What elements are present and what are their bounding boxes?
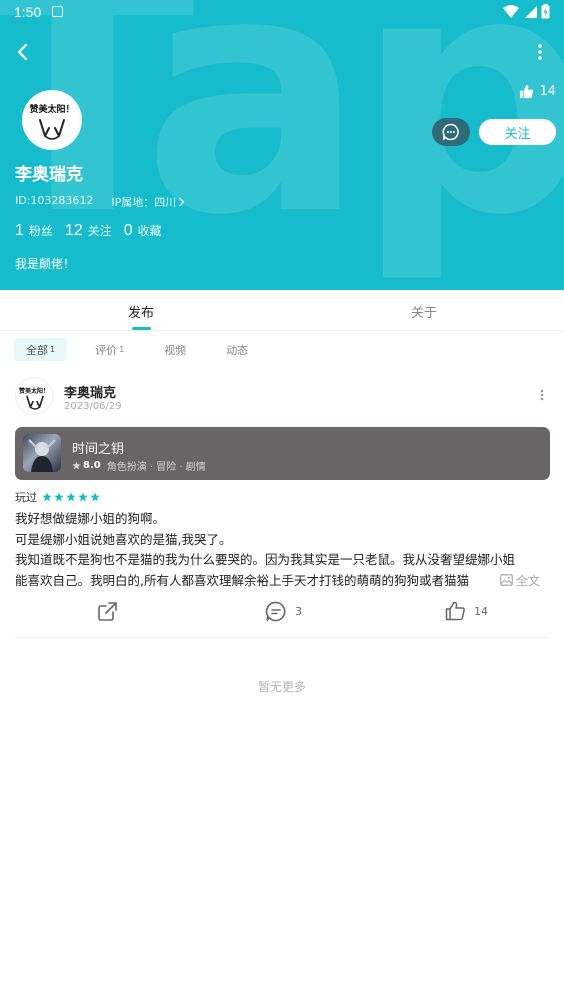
- signal-icon: [525, 5, 537, 18]
- played-rating: 玩过: [15, 489, 100, 505]
- ip-location-link[interactable]: IP属地：四川: [111, 194, 185, 210]
- stat-label: 粉丝: [28, 224, 53, 238]
- stat-number: 0: [123, 222, 133, 239]
- star-icon: [90, 492, 100, 502]
- image-icon: [500, 574, 513, 586]
- stat-label: 收藏: [137, 224, 162, 238]
- filter-label: 全部: [26, 343, 48, 357]
- chevron-left-icon: [17, 43, 28, 61]
- fulltext-label: 全文: [516, 573, 541, 588]
- share-icon: [98, 602, 117, 621]
- post-more-button[interactable]: [534, 388, 550, 408]
- share-button[interactable]: [97, 601, 118, 622]
- stat-label: 关注: [87, 224, 112, 238]
- follow-button[interactable]: 关注: [479, 119, 556, 145]
- no-more-text: 暂无更多: [257, 680, 306, 694]
- game-score: 8.0: [72, 460, 101, 471]
- thumbs-up-icon: [445, 601, 465, 621]
- avatar-caption: 赞美太阳！: [18, 388, 49, 395]
- game-card[interactable]: 时间之钥 8.0 角色扮演 · 冒险 · 剧情: [15, 427, 550, 480]
- star-icon: [42, 492, 52, 502]
- tab-indicator: [132, 327, 151, 330]
- game-score-value: 8.0: [83, 460, 101, 471]
- wifi-icon: [503, 4, 519, 18]
- stat-number: 1: [15, 222, 24, 239]
- comment-count: 3: [295, 605, 302, 618]
- game-tags: 角色扮演 · 冒险 · 剧情: [106, 462, 206, 473]
- praise-sun-hands-icon: [26, 395, 44, 410]
- profile-header: TapTap 1:50 赞美太阳！ 14 关注 李奥瑞克 ID:10328361…: [0, 0, 564, 290]
- profile-likes-count: 14: [539, 84, 556, 99]
- like-count: 14: [474, 604, 488, 618]
- stat-following[interactable]: 12 关注: [65, 222, 112, 240]
- chevron-right-icon: [179, 197, 185, 207]
- avatar[interactable]: 赞美太阳！: [22, 90, 82, 150]
- profile-stats: 1 粉丝 12 关注 0 收藏: [15, 222, 162, 240]
- star-icon: [72, 461, 81, 470]
- star-icon: [78, 492, 88, 502]
- thumbs-up-icon: [520, 84, 534, 99]
- message-button[interactable]: [432, 118, 470, 146]
- filter-count: 1: [50, 345, 56, 354]
- user-id: ID:103283612: [15, 194, 94, 207]
- filter-reviews[interactable]: 评价 1: [83, 338, 136, 361]
- avatar-caption: 赞美太阳！: [29, 105, 75, 115]
- post-line: 可是缇娜小姐说她喜欢的是猫,我哭了。: [15, 531, 232, 547]
- tab-about[interactable]: 关于: [411, 302, 437, 321]
- star-icon: [54, 492, 64, 502]
- post-line: 能喜欢自己。我明白的,所有人都喜欢理解余裕上手天才打钱的萌萌的狗狗或者猫猫: [15, 572, 469, 588]
- filter-label: 视频: [164, 343, 187, 357]
- post-author-avatar[interactable]: 赞美太阳！: [15, 377, 53, 415]
- filter-moments[interactable]: 动态: [214, 338, 260, 361]
- more-vertical-icon: [540, 389, 544, 401]
- game-title: 时间之钥: [72, 442, 125, 457]
- comment-icon: [265, 601, 286, 622]
- battery-icon: [541, 4, 550, 19]
- filter-all[interactable]: 全部 1: [14, 338, 68, 361]
- comment-button[interactable]: 3: [265, 601, 302, 622]
- game-art-icon: [28, 439, 56, 472]
- status-bar: 1:50: [0, 0, 564, 26]
- post-author-name[interactable]: 李奥瑞克: [64, 382, 116, 401]
- post-line: 我知道既不是狗也不是猫的我为什么要哭的。因为我其实是一只老鼠。我从没奢望缇娜小姐: [15, 552, 516, 567]
- filter-videos[interactable]: 视频: [152, 338, 198, 361]
- game-icon: [23, 434, 61, 472]
- status-icons: [503, 4, 550, 19]
- game-subtitle: 8.0 角色扮演 · 冒险 · 剧情: [72, 458, 206, 473]
- played-label: 玩过: [15, 491, 37, 504]
- profile-meta: ID:103283612 IP属地：四川: [15, 194, 185, 210]
- post-line: 我好想做缇娜小姐的狗啊。: [15, 511, 166, 526]
- more-vertical-icon: [538, 44, 542, 60]
- back-button[interactable]: [10, 40, 34, 64]
- praise-sun-hands-icon: [39, 119, 65, 140]
- profile-tabs: 发布 关于: [0, 290, 564, 331]
- post-body[interactable]: 我好想做缇娜小姐的狗啊。 可是缇娜小姐说她喜欢的是猫,我哭了。 我知道既不是狗也…: [15, 509, 547, 591]
- filter-count: 1: [119, 345, 125, 354]
- filter-chips: 全部 1 评价 1 视频 动态: [14, 338, 276, 361]
- post-date: 2023/06/29: [64, 401, 122, 412]
- rating-stars: [42, 492, 100, 502]
- ip-location-text: IP属地：四川: [111, 196, 177, 209]
- status-time: 1:50: [14, 4, 42, 20]
- stat-number: 12: [64, 222, 83, 239]
- post-actions: 3 14: [0, 601, 564, 625]
- profile-bio: 我是颠佬！: [15, 257, 76, 271]
- tab-publish[interactable]: 发布: [128, 302, 154, 321]
- stat-followers[interactable]: 1 粉丝: [15, 222, 53, 240]
- filter-label: 动态: [226, 343, 249, 357]
- stat-favorites[interactable]: 0 收藏: [124, 222, 162, 240]
- profile-username: 李奥瑞克: [15, 165, 83, 185]
- notification-icon: [52, 6, 63, 17]
- filter-label: 评价: [95, 343, 118, 357]
- like-button[interactable]: 14: [445, 601, 488, 621]
- fulltext-link[interactable]: 全文: [492, 570, 548, 590]
- post-divider: [15, 637, 549, 638]
- star-icon: [66, 492, 76, 502]
- profile-likes: 14: [519, 84, 556, 99]
- more-options-button[interactable]: [530, 40, 550, 64]
- chat-bubble-icon: [442, 123, 459, 141]
